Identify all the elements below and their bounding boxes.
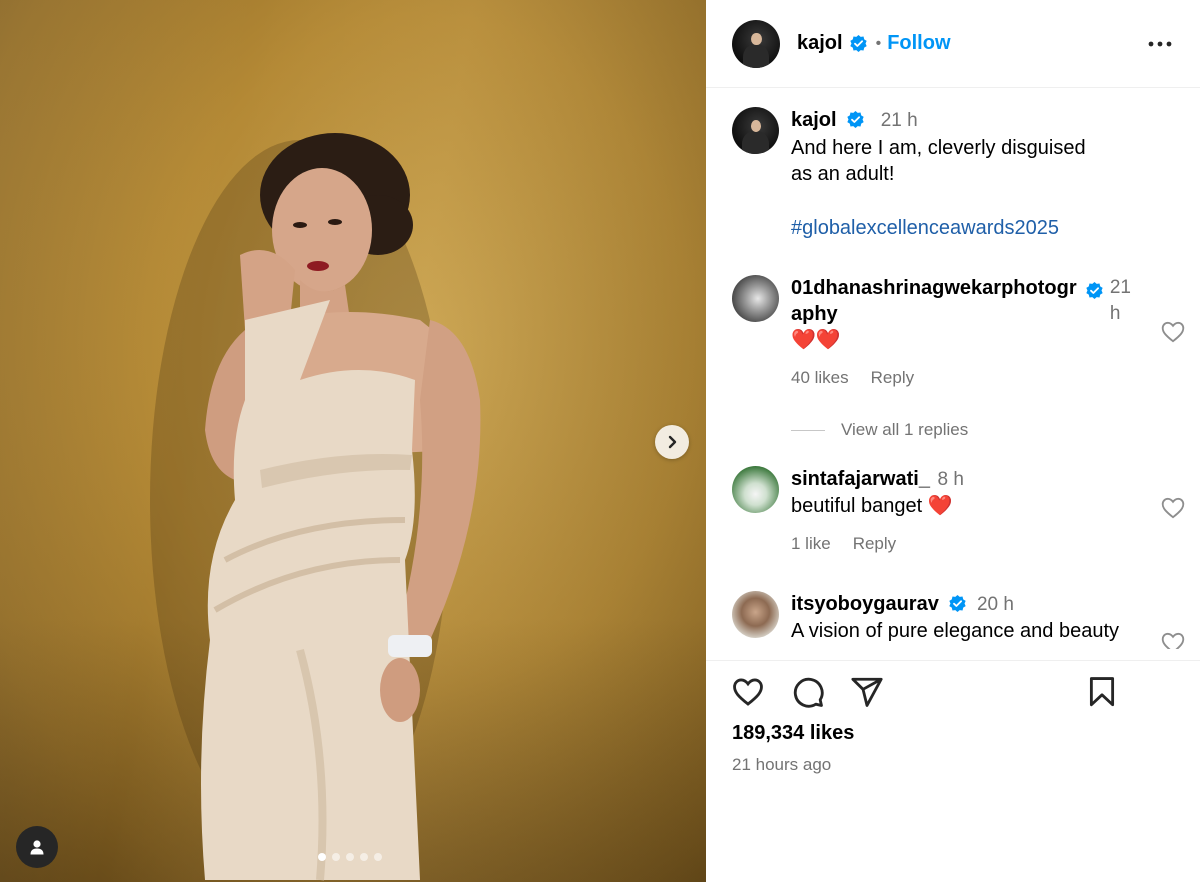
comment-username[interactable]: sintafajarwati_ [791,468,930,490]
caption-timestamp[interactable]: 21 h [881,110,918,131]
carousel-dot [360,853,368,861]
comment-likes-count[interactable]: 40 likes [791,365,849,391]
post-header: kajol • Follow [706,0,1200,88]
comment-reply-button[interactable]: Reply [871,365,914,391]
commenter-avatar[interactable] [732,466,779,513]
verified-badge-icon [949,594,967,612]
comment-text: ❤️❤️ [791,329,841,351]
caption-hashtag[interactable]: #globalexcellenceawards2025 [791,215,1086,242]
post-detail-panel: kajol • Follow kajol 21 h And here I am,… [706,0,1200,882]
bookmark-icon[interactable] [1084,675,1120,709]
comment-timestamp[interactable]: 20 h [977,594,1014,615]
carousel-dot [332,853,340,861]
comment-timestamp-wrap[interactable]: h [1110,301,1131,327]
comment-likes-count[interactable]: 1 like [791,531,831,557]
commenter-avatar[interactable] [732,275,779,322]
carousel-dot [318,853,326,861]
carousel-next-button[interactable] [655,425,689,459]
verified-badge-icon [849,34,867,53]
tagged-users-button[interactable] [16,826,58,868]
comment-username-wrap[interactable]: aphy [791,301,1081,327]
comment-item: sintafajarwati_ 8 h beutiful banget ❤️ 1… [732,466,1192,557]
comment-item: 01dhanashrinagwekarphotogr aphy 21 h ❤️❤… [732,275,1192,391]
separator-dot: • [875,34,882,52]
comment-text: A vision of pure elegance and beauty [791,620,1120,642]
comment-like-icon[interactable] [1160,319,1186,345]
verified-badge-icon [1086,281,1103,300]
comment-timestamp[interactable]: 21 [1110,275,1131,301]
caption-text-line: as an adult! [791,163,895,185]
post-actions-bar [706,660,1200,720]
carousel-dot [374,853,382,861]
post-photo [150,133,481,881]
comment-timestamp[interactable]: 8 h [938,469,964,490]
follow-button[interactable]: Follow [887,32,950,55]
caption-username[interactable]: kajol [791,109,837,131]
comment-username[interactable]: itsyoboygaurav [791,593,939,615]
replies-divider [791,429,825,431]
verified-badge-icon [847,110,864,128]
view-replies-label[interactable]: View all 1 replies [841,420,968,440]
comment-item: itsyoboygaurav 20 h A vision of pure ele… [732,591,1192,649]
comment-reply-button[interactable]: Reply [853,531,896,557]
comment-like-icon[interactable] [1160,630,1186,649]
more-options-button[interactable] [1146,30,1174,58]
carousel-dot [346,853,354,861]
post-likes-count[interactable]: 189,334 likes [732,722,854,745]
commenter-avatar[interactable] [732,591,779,638]
post-caption: kajol 21 h And here I am, cleverly disgu… [732,107,1172,241]
comment-text: beutiful banget ❤️ [791,495,953,517]
caption-text-line: And here I am, cleverly disguised [791,136,1086,159]
author-avatar[interactable] [732,19,780,68]
post-timestamp[interactable]: 21 hours ago [732,755,831,775]
comments-list[interactable]: kajol 21 h And here I am, cleverly disgu… [706,89,1200,649]
post-media[interactable] [0,0,706,882]
heart-icon[interactable] [730,675,766,709]
author-username[interactable]: kajol [797,32,843,55]
view-replies-button[interactable]: View all 1 replies [791,420,968,440]
comment-emoji-partial: ❤ [791,644,1171,649]
more-options-icon [1148,41,1172,47]
comment-username[interactable]: 01dhanashrinagwekarphotogr [791,275,1081,301]
chevron-right-icon [668,435,677,449]
carousel-indicator [318,853,382,861]
comment-icon[interactable] [790,675,826,709]
user-tag-icon [30,840,44,855]
caption-author-avatar[interactable] [732,107,779,154]
comment-like-icon[interactable] [1160,495,1186,521]
share-icon[interactable] [849,675,885,709]
